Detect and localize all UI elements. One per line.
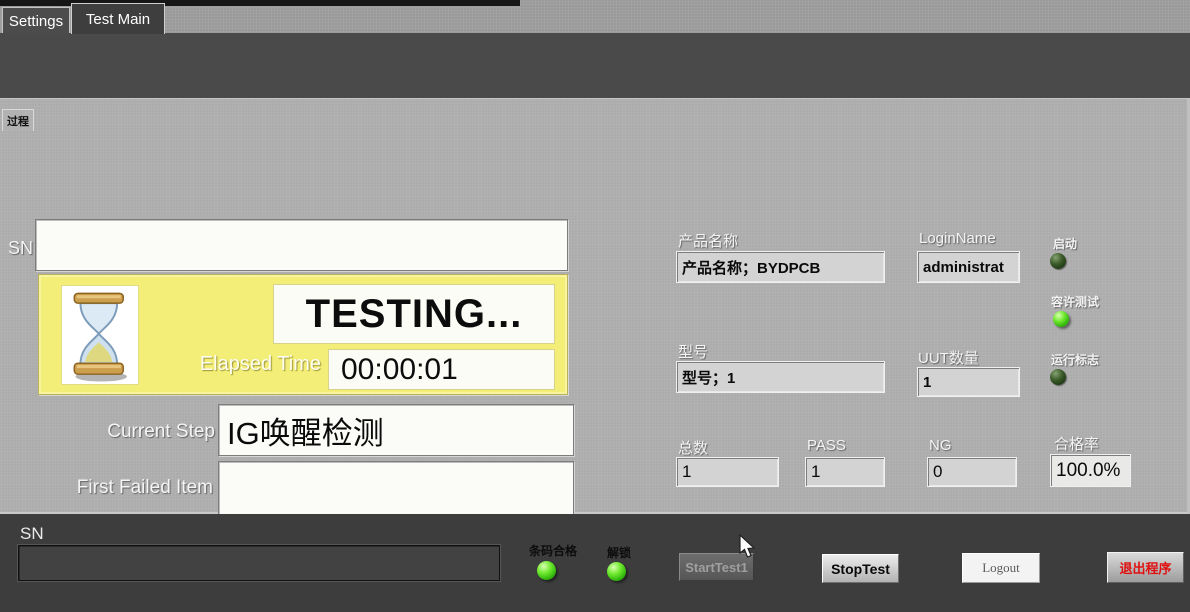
allow-test-led-label: 容许测试	[1051, 293, 1099, 310]
current-step-label: Current Step	[0, 421, 215, 443]
total-field: 1	[676, 457, 779, 487]
tab-settings[interactable]: Settings	[2, 7, 70, 34]
sn-display-field[interactable]	[35, 219, 568, 271]
exit-program-button[interactable]: 退出程序	[1107, 552, 1184, 583]
run-flag-led-indicator	[1050, 369, 1066, 385]
uut-count-field: 1	[917, 367, 1020, 397]
uut-count-value: 1	[918, 374, 931, 391]
unlock-led-label: 解锁	[607, 544, 631, 561]
sn-entry-input[interactable]	[18, 545, 500, 581]
ng-label: NG	[929, 437, 952, 454]
stop-test-button[interactable]: StopTest	[822, 554, 899, 583]
test-main-header-band: 过程 数据	[0, 33, 1190, 98]
test-status-text: TESTING...	[306, 292, 523, 337]
elapsed-time-box: 00:00:01	[328, 349, 555, 390]
yield-value: 100.0%	[1051, 460, 1120, 482]
test-status-box: TESTING...	[273, 284, 555, 344]
yield-label: 合格率	[1054, 433, 1099, 454]
elapsed-time-value: 00:00:01	[329, 353, 458, 387]
product-name-field: 产品名称；BYDPCB	[676, 251, 885, 283]
pass-label: PASS	[807, 437, 846, 454]
sn-entry-label: SN	[20, 524, 44, 544]
process-page: SN TESTING... Elapsed Time	[0, 98, 1190, 514]
model-field: 型号；1	[676, 361, 885, 393]
barcode-ok-led-label: 条码合格	[529, 542, 577, 559]
total-label: 总数	[678, 437, 708, 458]
elapsed-time-label: Elapsed Time	[139, 353, 321, 376]
ng-value: 0	[928, 462, 942, 482]
app-window: Settings Test Main 过程 数据 SN	[0, 0, 1190, 612]
start-led-label: 启动	[1053, 235, 1077, 252]
ng-field: 0	[927, 457, 1017, 487]
allow-test-led-indicator	[1053, 311, 1069, 327]
bottom-control-bar: SN 条码合格 解锁 StartTest1 StopTest Logout 退出…	[0, 514, 1190, 612]
product-name-label: 产品名称	[678, 230, 738, 251]
start-led-indicator	[1050, 253, 1066, 269]
pass-field: 1	[805, 457, 885, 487]
tab-test-main[interactable]: Test Main	[71, 3, 165, 34]
first-failed-item-field	[218, 461, 574, 515]
uut-count-label: UUT数量	[918, 347, 979, 368]
model-label: 型号	[678, 341, 708, 362]
subtab-process[interactable]: 过程	[2, 109, 34, 131]
product-name-value: 产品名称；BYDPCB	[677, 257, 820, 278]
total-value: 1	[677, 462, 691, 482]
unlock-led-indicator	[607, 562, 626, 581]
login-name-label: LoginName	[919, 230, 996, 247]
login-name-value: administrat	[918, 259, 1004, 276]
model-value: 型号；1	[677, 367, 735, 388]
hourglass-icon	[61, 285, 139, 385]
logout-button[interactable]: Logout	[962, 553, 1040, 583]
sn-label: SN	[8, 238, 33, 259]
pass-value: 1	[806, 462, 820, 482]
mouse-cursor-icon	[738, 534, 756, 560]
current-step-field: IG唤醒检测	[218, 404, 574, 456]
login-name-field: administrat	[917, 251, 1020, 283]
yield-field: 100.0%	[1050, 454, 1131, 487]
barcode-ok-led-indicator	[537, 561, 556, 580]
first-failed-item-label: First Failed Item	[0, 477, 213, 499]
current-step-value: IG唤醒检测	[219, 408, 384, 453]
test-status-panel: TESTING... Elapsed Time 00:00:01	[38, 274, 568, 395]
run-flag-led-label: 运行标志	[1051, 351, 1099, 368]
main-tab-bar: Settings Test Main	[0, 0, 1190, 33]
